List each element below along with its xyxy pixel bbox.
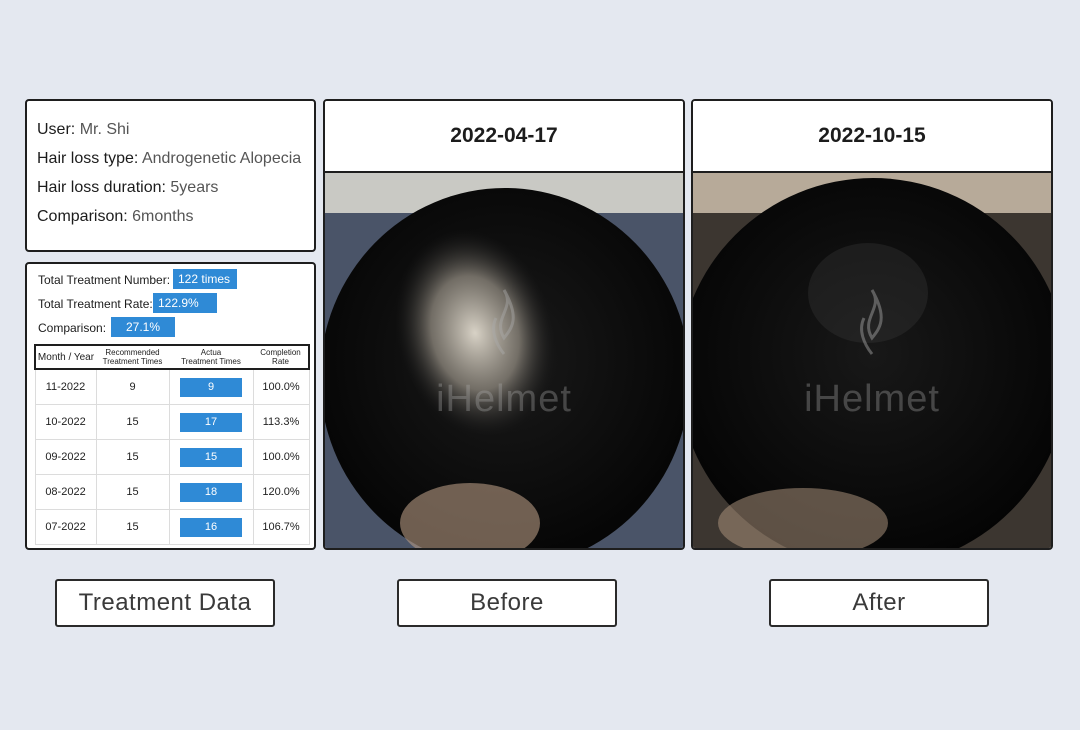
before-scalp-image <box>325 173 683 548</box>
cell-rate: 120.0% <box>253 474 310 510</box>
user-label: User: <box>37 121 76 138</box>
table-header-row: Month / Year Recommended Treatment Times … <box>34 344 310 370</box>
actual-times-badge: 15 <box>180 447 242 467</box>
table-row: 10-2022 15 17 113.3% <box>34 404 310 440</box>
after-date: 2022-10-15 <box>693 101 1051 173</box>
cell-month: 07-2022 <box>34 509 97 545</box>
header-month: Month / Year <box>34 344 96 370</box>
cell-month: 08-2022 <box>34 474 97 510</box>
cell-rate: 100.0% <box>253 369 310 405</box>
cell-rate: 100.0% <box>253 439 310 475</box>
before-photo-card: 2022-04-17 iHelmet <box>323 99 685 550</box>
comparison-label: Comparison: <box>37 208 128 225</box>
cell-recommended: 15 <box>96 439 170 475</box>
ihelmet-flame-icon <box>854 288 890 358</box>
hair-loss-type-row: Hair loss type: Androgenetic Alopecia <box>37 144 314 173</box>
before-watermark: iHelmet <box>436 378 572 420</box>
hair-loss-duration-value: 5years <box>170 179 219 196</box>
before-date: 2022-04-17 <box>325 101 683 173</box>
total-treatment-number-label: Total Treatment Number: <box>38 273 171 287</box>
stats-comparison-badge: 27.1% <box>111 317 175 337</box>
header-rate: Completion Rate <box>253 344 310 370</box>
actual-times-badge: 17 <box>180 412 242 432</box>
cell-month: 10-2022 <box>34 404 97 440</box>
cell-recommended: 15 <box>96 474 170 510</box>
comparison-value: 6months <box>132 208 194 225</box>
cell-rate: 106.7% <box>253 509 310 545</box>
hair-loss-type-label: Hair loss type: <box>37 150 139 167</box>
hair-loss-duration-row: Hair loss duration: 5years <box>37 173 314 202</box>
user-row: User: Mr. Shi <box>37 115 314 144</box>
after-scalp-image <box>693 173 1051 548</box>
cell-month: 11-2022 <box>34 369 97 405</box>
treatment-table: Month / Year Recommended Treatment Times … <box>34 344 310 545</box>
cell-rate: 113.3% <box>253 404 310 440</box>
user-value: Mr. Shi <box>79 121 130 138</box>
table-row: 11-2022 9 9 100.0% <box>34 369 310 405</box>
after-caption: After <box>769 579 989 627</box>
before-caption: Before <box>397 579 617 627</box>
header-actual: Actua Treatment Times <box>169 344 253 370</box>
header-recommended: Recommended Treatment Times <box>96 344 169 370</box>
cell-actual: 18 <box>169 474 254 510</box>
actual-times-badge: 16 <box>180 517 242 537</box>
after-photo-card: 2022-10-15 iHelmet <box>691 99 1053 550</box>
actual-times-badge: 18 <box>180 482 242 502</box>
table-row: 07-2022 15 16 106.7% <box>34 509 310 545</box>
table-row: 08-2022 15 18 120.0% <box>34 474 310 510</box>
cell-recommended: 9 <box>96 369 170 405</box>
cell-actual: 16 <box>169 509 254 545</box>
total-treatment-rate-badge: 122.9% <box>153 293 217 313</box>
total-treatment-rate-label: Total Treatment Rate: <box>38 297 153 311</box>
after-watermark: iHelmet <box>804 378 940 420</box>
table-row: 09-2022 15 15 100.0% <box>34 439 310 475</box>
comparison-row: Comparison: 6months <box>37 202 314 231</box>
actual-times-badge: 9 <box>180 377 242 397</box>
cell-recommended: 15 <box>96 509 170 545</box>
cell-actual: 15 <box>169 439 254 475</box>
cell-recommended: 15 <box>96 404 170 440</box>
stats-comparison-label: Comparison: <box>38 321 107 335</box>
cell-actual: 17 <box>169 404 254 440</box>
hair-loss-type-value: Androgenetic Alopecia <box>141 150 302 167</box>
before-scalp-photo: iHelmet <box>325 173 683 548</box>
ihelmet-flame-icon <box>486 288 522 358</box>
treatment-data-card: Total Treatment Number: 122 times Total … <box>25 262 316 550</box>
hair-loss-duration-label: Hair loss duration: <box>37 179 166 196</box>
cell-month: 09-2022 <box>34 439 97 475</box>
user-info-card: User: Mr. Shi Hair loss type: Androgenet… <box>25 99 316 252</box>
after-scalp-photo: iHelmet <box>693 173 1051 548</box>
total-treatment-number-badge: 122 times <box>173 269 237 289</box>
cell-actual: 9 <box>169 369 254 405</box>
treatment-data-caption: Treatment Data <box>55 579 275 627</box>
